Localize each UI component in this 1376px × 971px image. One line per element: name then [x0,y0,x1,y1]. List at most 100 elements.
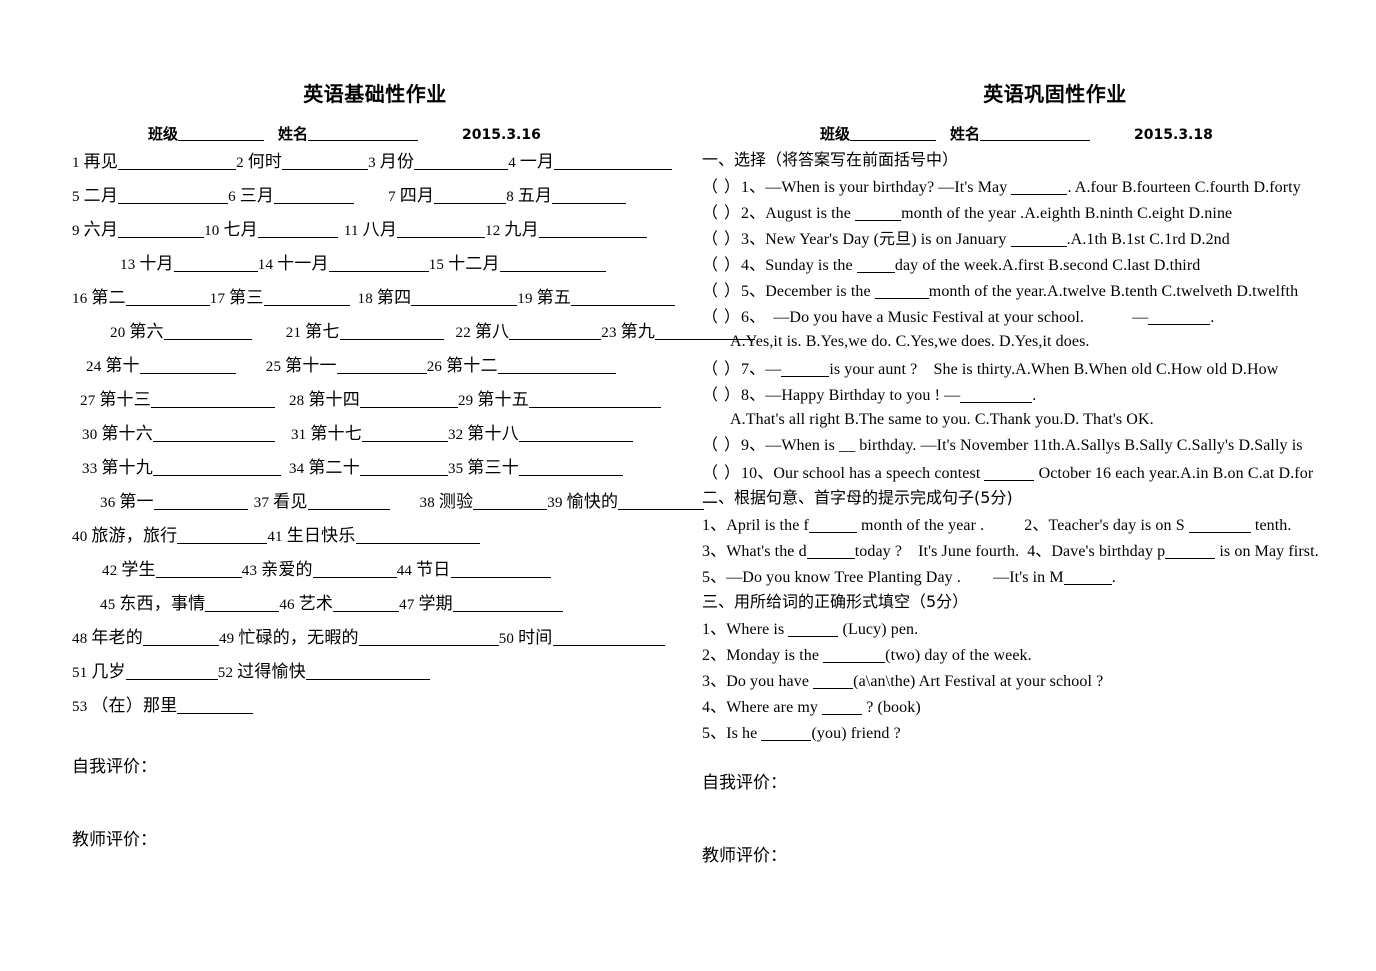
answer-blank[interactable] [538,220,647,238]
answer-blank[interactable] [152,424,275,442]
answer-blank[interactable] [1165,542,1216,559]
answer-blank[interactable] [452,594,563,612]
answer-blank[interactable] [1188,516,1251,533]
answer-blank[interactable] [528,390,661,408]
answer-blank[interactable] [1063,568,1112,585]
choice-question: A.That's all right B.The same to you. C.… [702,412,1366,438]
answer-blank[interactable] [822,698,863,715]
answer-blank[interactable] [125,662,218,680]
answer-blank[interactable] [808,516,857,533]
answer-blank[interactable] [552,186,627,204]
answer-parenthesis[interactable]: （ ） [702,205,741,222]
answer-blank[interactable] [499,254,606,272]
answer-blank[interactable] [518,424,633,442]
answer-blank[interactable] [142,628,219,646]
answer-blank[interactable] [361,424,448,442]
answer-blank[interactable] [263,288,350,306]
vocab-item-term: 第三十 [467,458,519,478]
answer-blank[interactable] [307,492,390,510]
class-blank[interactable] [178,125,265,141]
question-text-tail: (a\an\the) Art Festival at your school ? [853,673,1104,690]
answer-blank[interactable] [434,186,507,204]
answer-blank[interactable] [571,288,676,306]
answer-blank[interactable] [333,594,400,612]
answer-blank[interactable] [152,458,281,476]
answer-parenthesis[interactable]: （ ） [702,361,741,378]
answer-blank[interactable] [781,360,830,377]
answer-blank[interactable] [450,560,551,578]
answer-blank[interactable] [984,464,1035,481]
answer-blank[interactable] [257,220,338,238]
answer-blank[interactable] [163,322,252,340]
question-text-tail: today ? It's June fourth. [854,543,1020,560]
answer-blank[interactable] [358,628,499,646]
answer-blank[interactable] [806,542,855,559]
answer-blank[interactable] [856,256,895,273]
answer-blank[interactable] [397,220,486,238]
answer-blank[interactable] [359,458,448,476]
answer-blank[interactable] [359,390,458,408]
answer-parenthesis[interactable]: （ ） [702,257,741,274]
answer-blank[interactable] [473,492,548,510]
answer-blank[interactable] [554,152,673,170]
answer-blank[interactable] [1010,230,1067,247]
vocab-item-number: 26 [426,359,447,375]
answer-blank[interactable] [155,560,242,578]
answer-blank[interactable] [823,646,886,663]
answer-parenthesis[interactable]: （ ） [702,231,741,248]
answer-blank[interactable] [813,672,854,689]
answer-blank[interactable] [497,356,616,374]
name-blank[interactable] [308,125,419,141]
answer-blank[interactable] [855,204,902,221]
name-blank[interactable] [980,125,1091,141]
answer-blank[interactable] [139,356,236,374]
answer-parenthesis[interactable]: （ ） [702,437,741,454]
question-text: April is the f [726,517,809,534]
answer-blank[interactable] [339,322,444,340]
answer-blank[interactable] [118,186,229,204]
answer-blank[interactable] [282,152,369,170]
answer-blank[interactable] [150,390,275,408]
answer-blank[interactable] [960,386,1033,403]
answer-blank[interactable] [509,322,602,340]
answer-blank[interactable] [173,254,258,272]
answer-blank[interactable] [355,526,480,544]
vocab-item-number: 48 [72,631,92,647]
vocab-item-term: 过得愉快 [237,662,306,682]
answer-blank[interactable] [305,662,430,680]
vocab-item-term: 第十五 [477,390,529,410]
answer-blank[interactable] [552,628,665,646]
answer-blank[interactable] [312,560,397,578]
question-number: 10、 [741,465,774,482]
answer-blank[interactable] [1011,178,1068,195]
answer-blank[interactable] [125,288,210,306]
answer-blank[interactable] [328,254,429,272]
question-options: .A.1th B.1st C.1rd D.2nd [1066,231,1230,248]
vocab-item: 51 几岁 [72,662,218,681]
answer-blank[interactable] [411,288,518,306]
answer-parenthesis[interactable]: （ ） [702,283,741,300]
answer-parenthesis[interactable]: （ ） [702,387,741,404]
answer-blank[interactable] [414,152,509,170]
fill-question-row: 5、—Do you know Tree Planting Day . —It's… [702,568,1366,594]
answer-parenthesis[interactable]: （ ） [702,465,741,482]
answer-blank[interactable] [274,186,355,204]
vocab-item: 47 学期 [399,594,563,613]
answer-blank[interactable] [205,594,280,612]
answer-blank[interactable] [118,152,237,170]
answer-blank[interactable] [788,620,839,637]
class-blank[interactable] [850,125,937,141]
answer-blank[interactable] [153,492,248,510]
answer-blank[interactable] [336,356,427,374]
answer-blank[interactable] [874,282,929,299]
answer-blank[interactable] [518,458,623,476]
answer-blank[interactable] [761,724,812,741]
answer-blank[interactable] [177,696,254,714]
right-sheet-title: 英语巩固性作业 [983,82,1127,106]
answer-parenthesis[interactable]: （ ） [702,179,741,196]
answer-parenthesis[interactable]: （ ） [702,309,741,326]
answer-blank[interactable] [1148,308,1211,325]
vocab-item-number: 41 [267,529,287,545]
answer-blank[interactable] [177,526,268,544]
answer-blank[interactable] [118,220,205,238]
